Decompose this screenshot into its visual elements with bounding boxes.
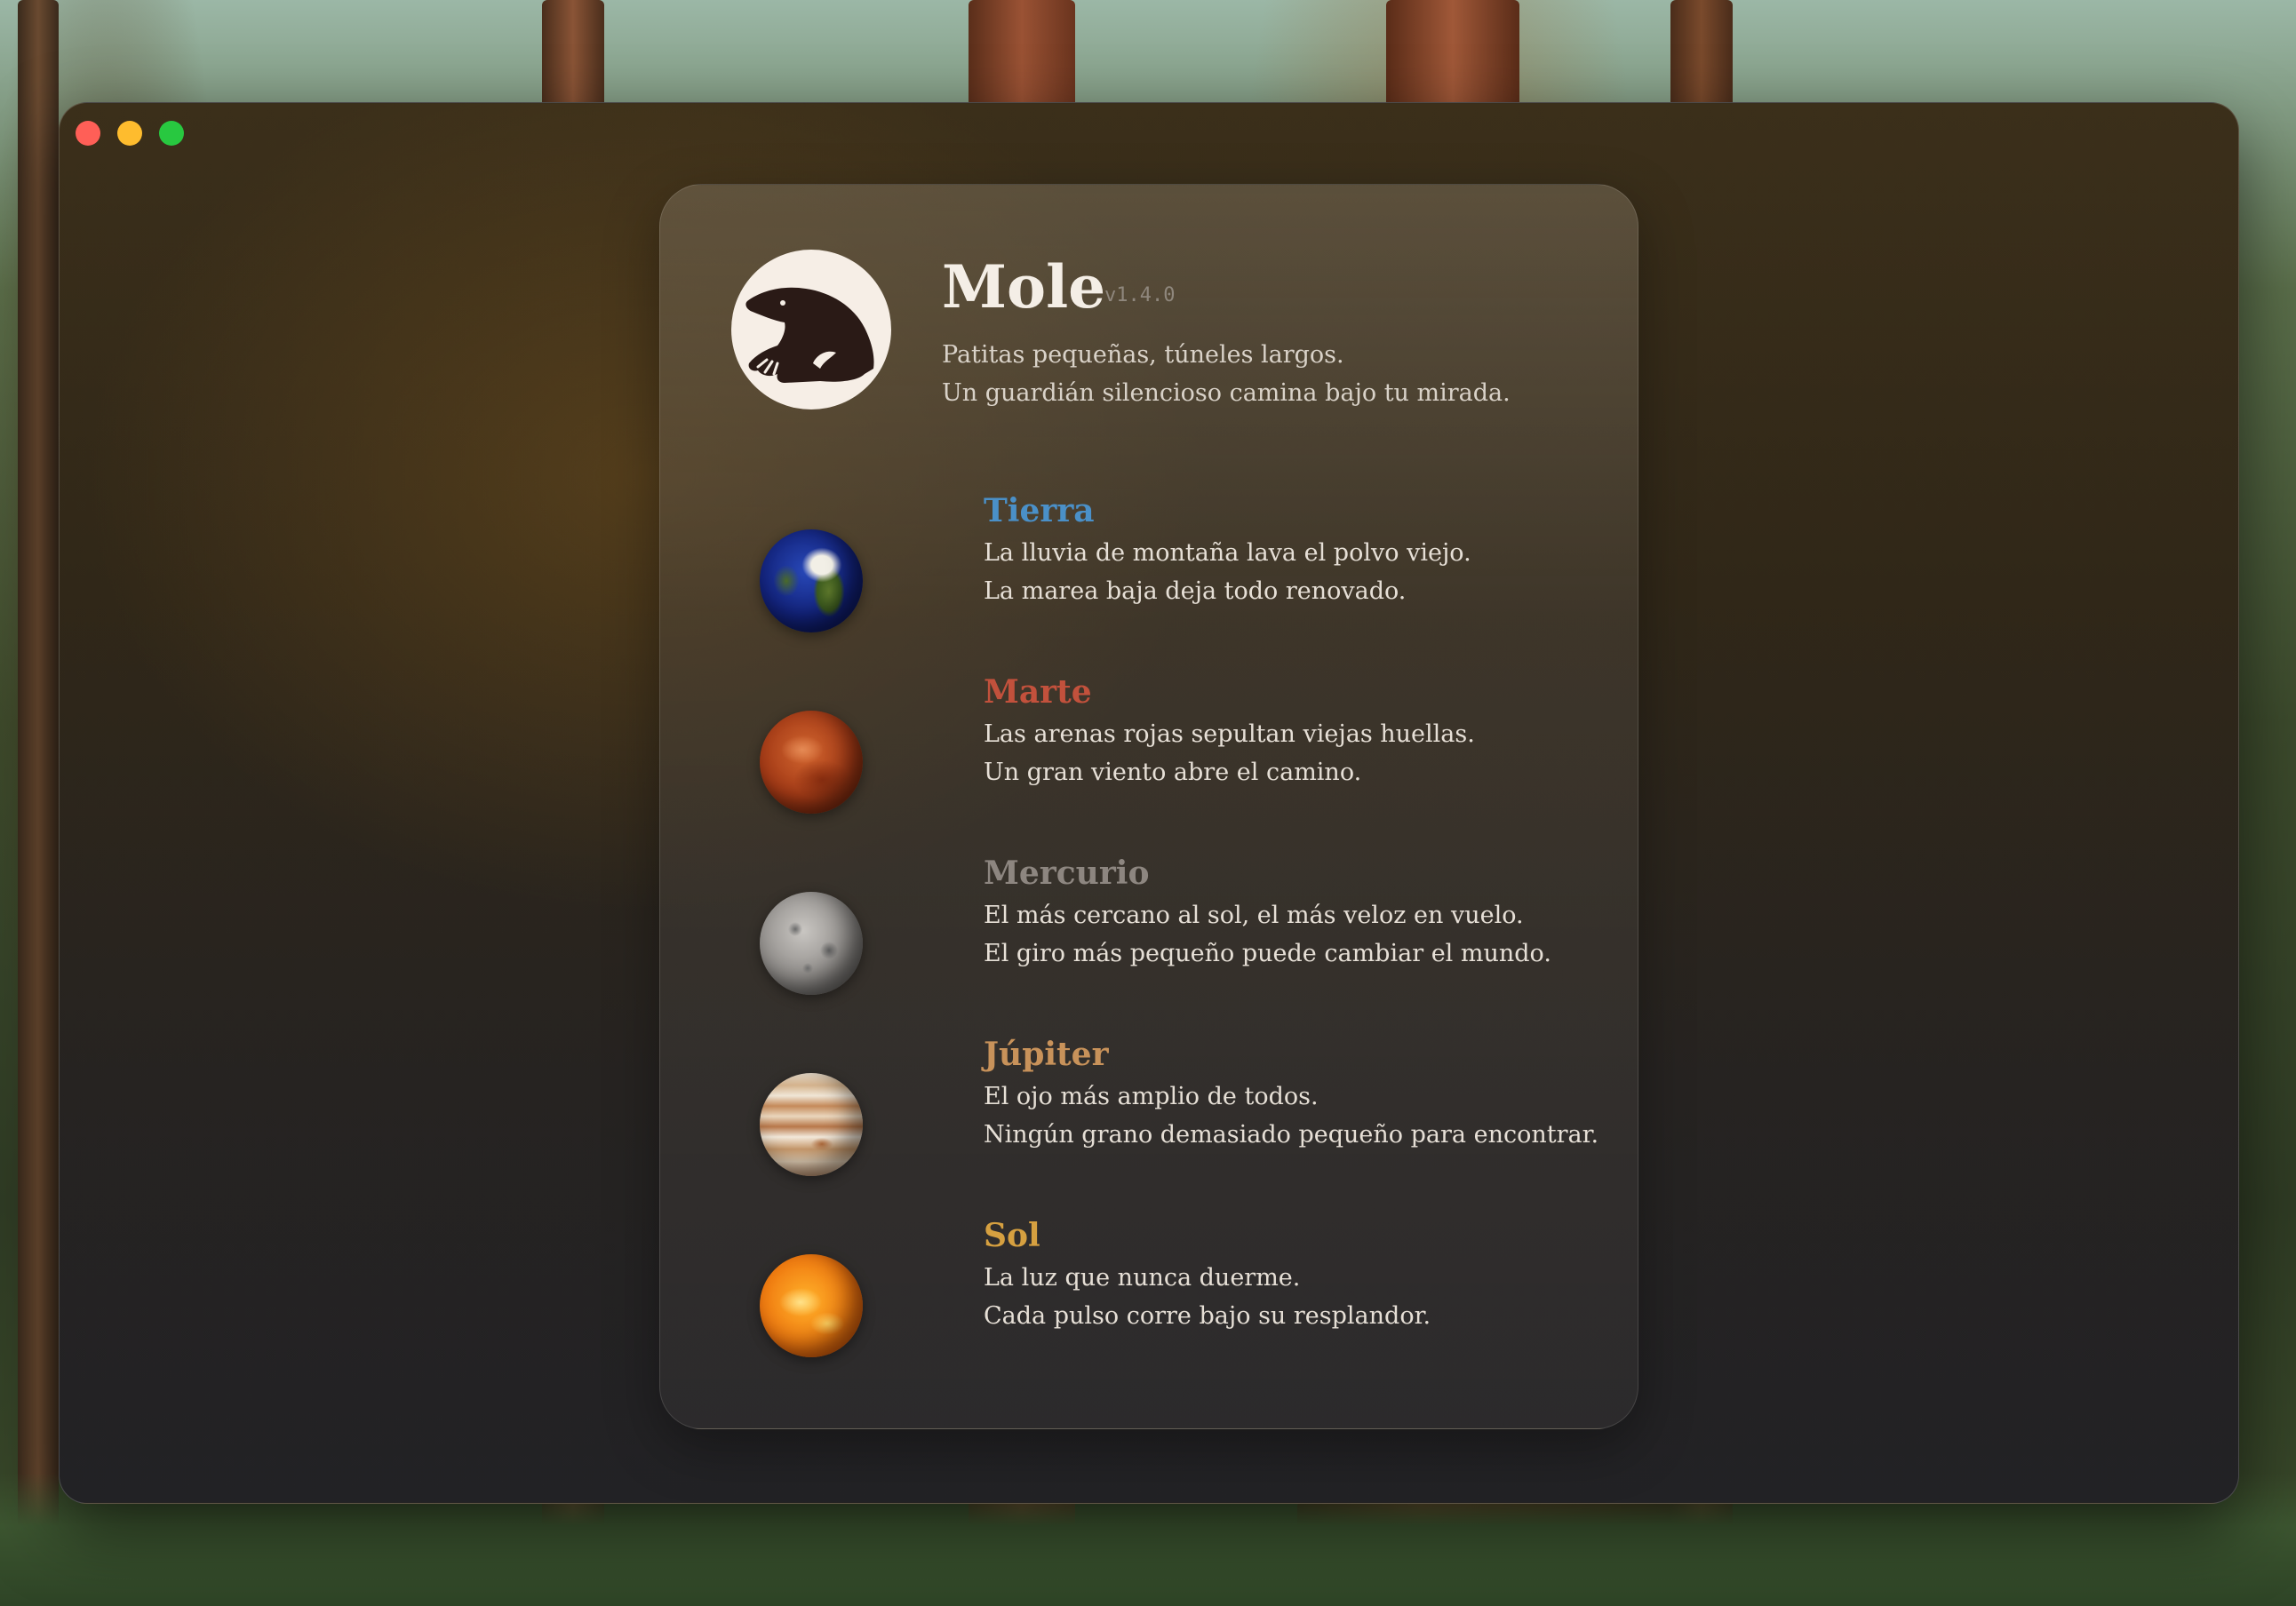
planet-line-2: El giro más pequeño puede cambiar el mun… [984,940,1551,967]
planet-line-2: Ningún grano demasiado pequeño para enco… [984,1121,1599,1149]
planet-item-jupiter: Júpiter El ojo más amplio de todos. Ning… [660,1036,1638,1217]
planet-item-tierra: Tierra La lluvia de montaña lava el polv… [660,492,1638,673]
tagline-line-1: Patitas pequeñas, túneles largos. [942,341,1344,369]
sun-icon [760,1254,863,1357]
planet-name: Tierra [984,492,1095,529]
planet-name: Marte [984,673,1092,711]
minimize-button[interactable] [117,121,142,146]
mole-icon [745,287,874,383]
mole-logo-icon [731,250,891,409]
mercury-icon [760,892,863,995]
planet-name: Júpiter [984,1036,1109,1073]
planet-line-1: El ojo más amplio de todos. [984,1083,1319,1110]
planet-item-marte: Marte Las arenas rojas sepultan viejas h… [660,673,1638,855]
mars-icon [760,711,863,814]
planet-name: Sol [984,1217,1040,1254]
app-window: Mole v1.4.0 Patitas pequeñas, túneles la… [59,102,2239,1504]
planet-name: Mercurio [984,855,1150,892]
planet-item-mercurio: Mercurio El más cercano al sol, el más v… [660,855,1638,1036]
planet-line-1: La luz que nunca duerme. [984,1264,1301,1292]
planet-item-sol: Sol La luz que nunca duerme. Cada pulso … [660,1217,1638,1398]
planet-line-2: Un gran viento abre el camino. [984,759,1362,786]
planet-line-1: El más cercano al sol, el más veloz en v… [984,902,1524,929]
window-controls [76,121,184,146]
close-button[interactable] [76,121,100,146]
app-description: Patitas pequeñas, túneles largos. Un gua… [942,336,1511,412]
tagline-line-2: Un guardián silencioso camina bajo tu mi… [942,379,1511,407]
jupiter-icon [760,1073,863,1176]
earth-icon [760,529,863,632]
planet-line-1: Las arenas rojas sepultan viejas huellas… [984,720,1475,748]
app-version: v1.4.0 [1104,284,1176,306]
zoom-button[interactable] [159,121,184,146]
app-title: Mole [942,252,1106,322]
about-card: Mole v1.4.0 Patitas pequeñas, túneles la… [659,184,1638,1429]
planet-line-2: Cada pulso corre bajo su resplandor. [984,1302,1431,1330]
planet-line-1: La lluvia de montaña lava el polvo viejo… [984,539,1471,567]
planet-line-2: La marea baja deja todo renovado. [984,577,1407,605]
